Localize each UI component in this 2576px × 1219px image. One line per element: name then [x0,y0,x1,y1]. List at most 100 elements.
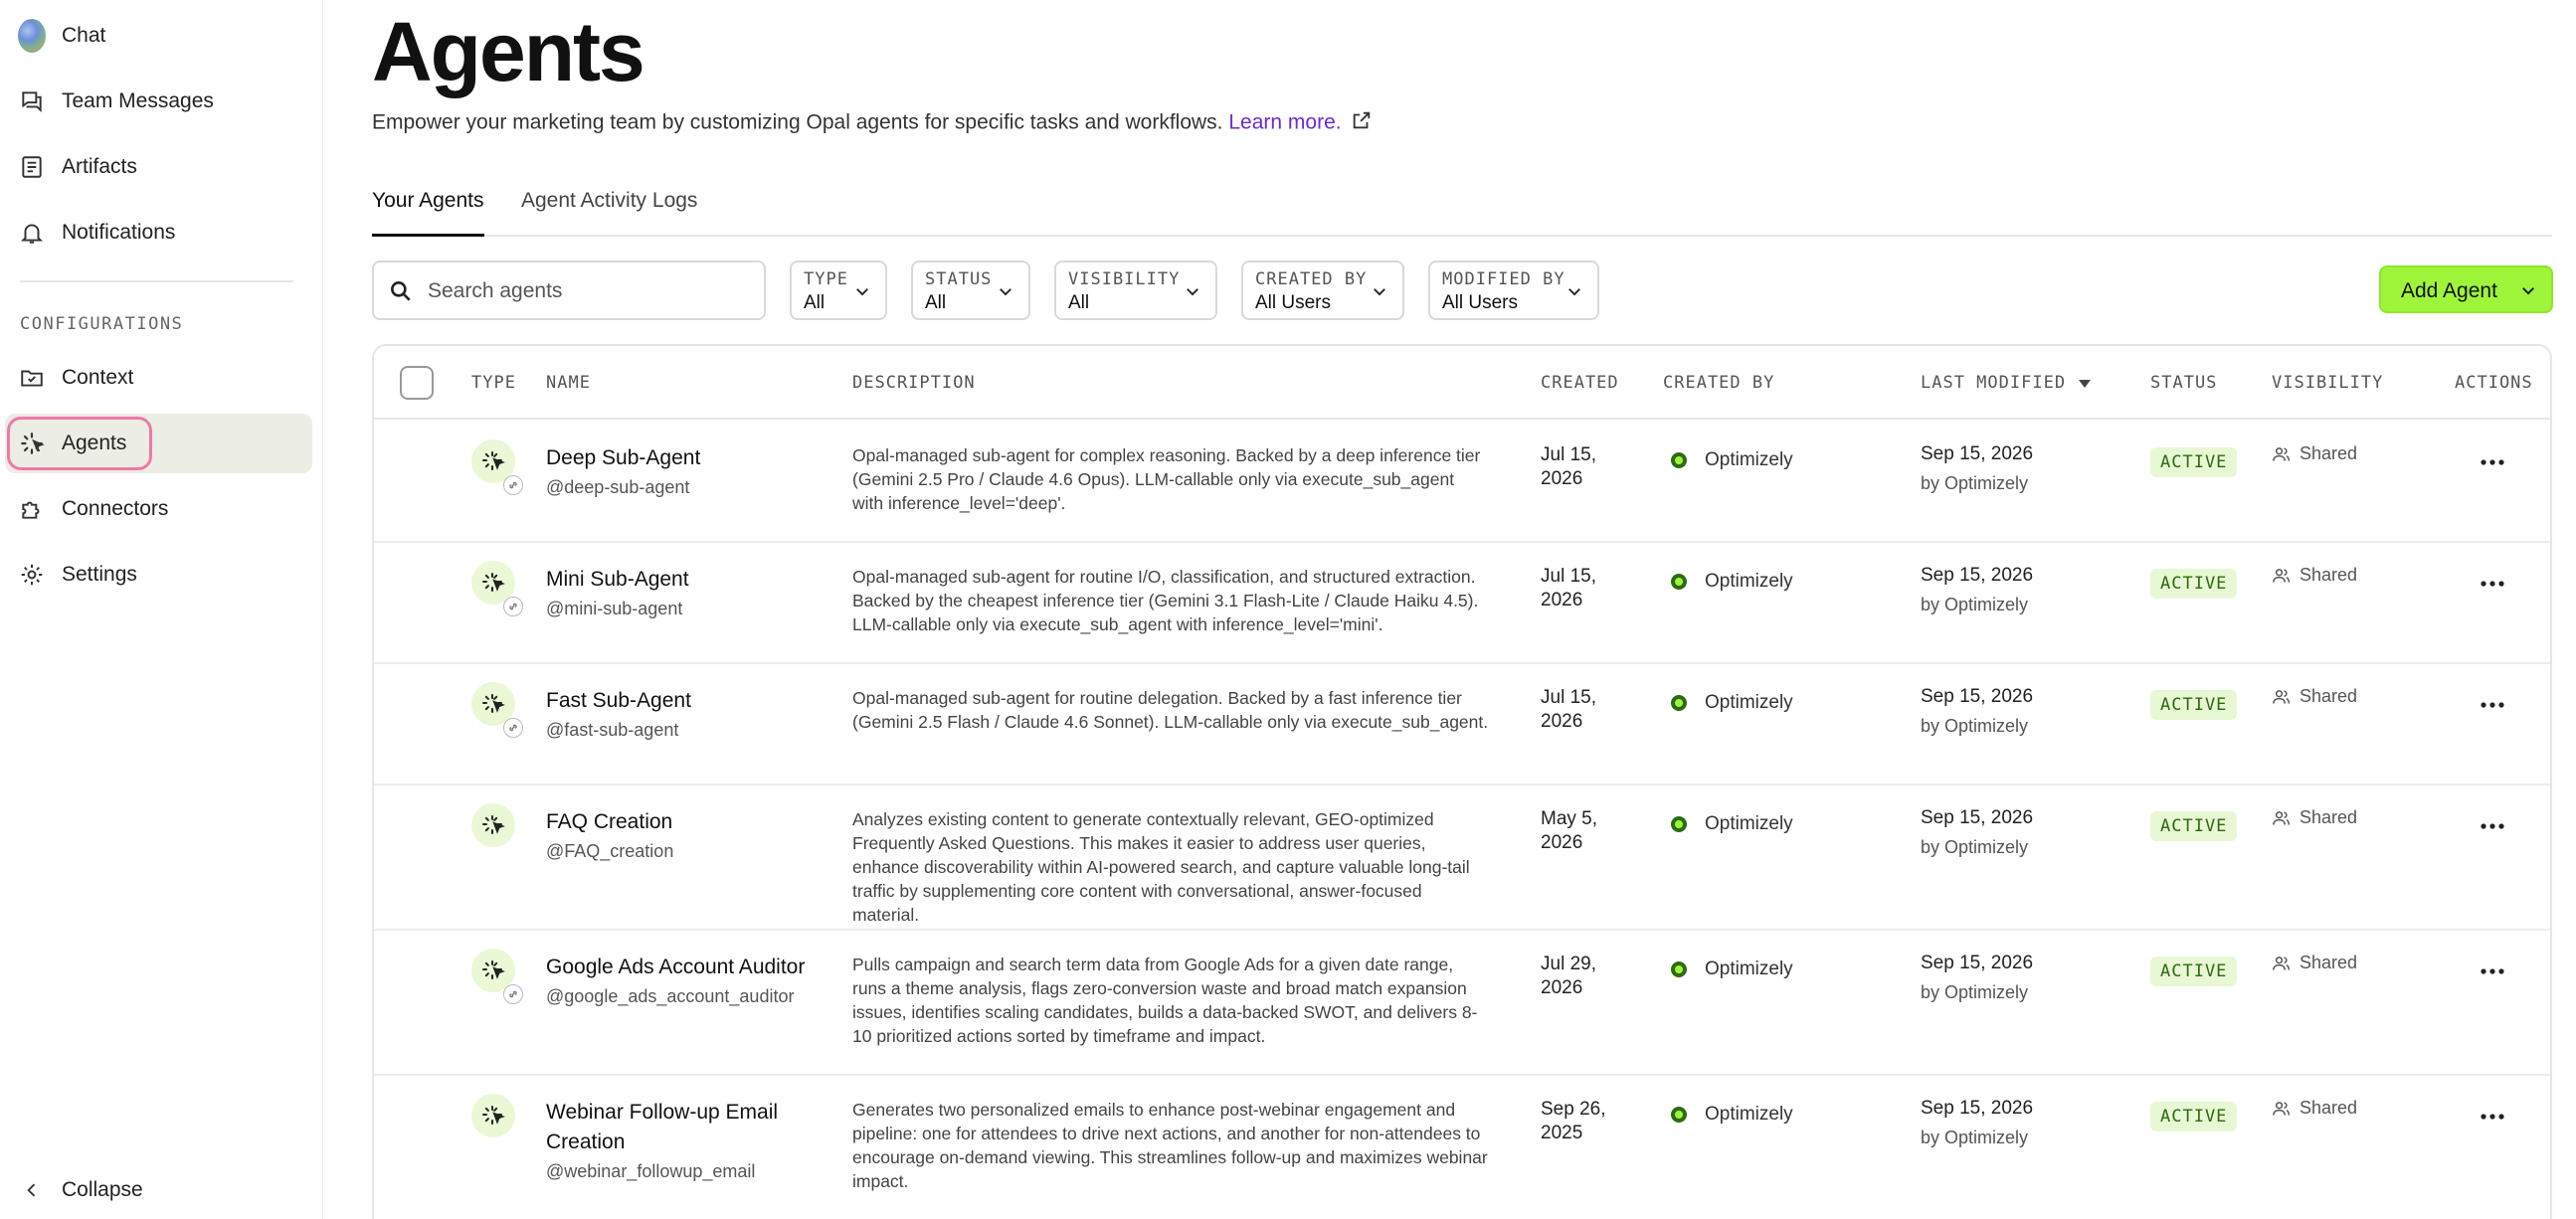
sidebar-item-context[interactable]: Context [0,348,311,408]
status-badge: ACTIVE [2150,690,2238,720]
sidebar-item-label: Settings [62,563,137,586]
chevron-left-icon [18,1176,46,1204]
chevron-down-icon [1371,282,1388,305]
more-actions-button[interactable] [2473,957,2512,986]
sidebar-item-team-messages[interactable]: Team Messages [0,72,311,131]
visibility-label: Shared [2300,565,2358,585]
column-header-created-by[interactable]: CREATED BY [1663,373,1774,393]
table-row[interactable]: Mini Sub-Agent @mini-sub-agent Opal-manage… [374,543,2550,664]
ellipsis-icon [2481,459,2504,465]
subtitle-text: Empower your marketing team by customizi… [372,110,1223,134]
last-modified-by: by Optimizely [1921,473,2029,493]
filter-created-by[interactable]: CREATED BY All Users [1241,261,1404,320]
created-by: Optimizely [1671,1104,1793,1126]
learn-more-link[interactable]: Learn more. [1228,111,1341,134]
status-badge: ACTIVE [2150,447,2238,477]
sidebar-item-label: Context [62,366,134,389]
visibility: Shared [2272,565,2357,586]
table-row[interactable]: Deep Sub-Agent @deep-sub-agent Opal-manage… [374,422,2550,543]
visibility: Shared [2272,1098,2357,1119]
visibility-label: Shared [2300,953,2358,972]
ellipsis-icon [2481,968,2504,974]
table-row[interactable]: FAQ Creation @FAQ_creation Analyzes existi… [374,785,2550,931]
column-header-visibility[interactable]: VISIBILITY [2272,373,2383,393]
select-all-checkbox[interactable] [400,366,434,400]
created-date: May 5, 2026 [1541,808,1598,853]
external-link-icon[interactable] [1351,109,1373,137]
created-by: Optimizely [1671,571,1793,593]
status-badge: ACTIVE [2150,569,2238,599]
created-by: Optimizely [1671,958,1793,980]
sidebar-item-agents[interactable]: Agents [5,414,312,473]
column-header-status[interactable]: STATUS [2150,373,2217,393]
add-agent-label: Add Agent [2401,279,2497,302]
more-actions-button[interactable] [2473,1102,2512,1132]
filter-value: All Users [1255,292,1332,313]
optimizely-logo-icon [1671,961,1687,977]
agent-name[interactable]: Mini Sub-Agent [546,565,834,595]
agent-name[interactable]: Deep Sub-Agent [546,443,834,473]
created-date: Jul 29, 2026 [1541,954,1596,998]
table-row[interactable]: Fast Sub-Agent @fast-sub-agent Opal-manage… [374,664,2550,785]
visibility-label: Shared [2300,443,2358,463]
column-header-last-modified[interactable]: LAST MODIFIED [1921,373,2066,393]
main-content: Agents Empower your marketing team by cu… [372,0,2553,1219]
tab-agent-activity-logs[interactable]: Agent Activity Logs [521,189,697,237]
collapse-button[interactable]: Collapse [0,1160,311,1219]
puzzle-icon [18,495,46,523]
agent-description: Pulls campaign and search term data from… [852,955,1478,1046]
optimizely-logo-icon [1671,1107,1687,1123]
more-actions-button[interactable] [2473,811,2512,841]
filter-label: TYPE [804,269,848,289]
search-input[interactable] [428,276,746,306]
creator-name: Optimizely [1705,571,1793,592]
agent-handle: @deep-sub-agent [546,477,690,497]
filter-visibility[interactable]: VISIBILITY All [1054,261,1217,320]
visibility: Shared [2272,953,2357,973]
bell-icon [18,219,46,247]
sidebar: Chat Team Messages Artifacts Notificatio… [0,0,323,1219]
visibility-label: Shared [2300,807,2358,827]
agent-name[interactable]: Fast Sub-Agent [546,686,834,716]
agent-handle: @fast-sub-agent [546,720,679,740]
optimizely-logo-icon [1671,816,1687,832]
collapse-label: Collapse [62,1178,143,1201]
column-header-name[interactable]: NAME [546,373,591,393]
table-row[interactable]: Google Ads Account Auditor @google_ads_ac… [374,931,2550,1076]
creator-name: Optimizely [1705,813,1793,834]
filter-value: All [1068,292,1090,313]
more-actions-button[interactable] [2473,690,2512,720]
sidebar-item-chat[interactable]: Chat [0,6,311,66]
filter-value: All [804,292,826,313]
agent-handle: @google_ads_account_auditor [546,986,795,1006]
chevron-down-icon [1565,282,1583,305]
sidebar-item-connectors[interactable]: Connectors [0,479,311,539]
sidebar-item-label: Connectors [62,497,169,520]
add-agent-button[interactable]: Add Agent [2379,265,2553,313]
agent-name[interactable]: Webinar Follow-up Email Creation [546,1098,834,1157]
gear-icon [18,561,46,589]
sidebar-item-notifications[interactable]: Notifications [0,203,311,262]
filter-status[interactable]: STATUS All [911,261,1030,320]
more-actions-button[interactable] [2473,447,2512,477]
more-actions-button[interactable] [2473,569,2512,599]
sidebar-item-label: Artifacts [62,155,137,178]
agent-name[interactable]: FAQ Creation [546,807,834,837]
sidebar-item-settings[interactable]: Settings [0,545,311,605]
table-row[interactable]: Webinar Follow-up Email Creation @webinar… [374,1076,2550,1219]
sort-desc-icon[interactable] [2077,377,2093,395]
visibility-label: Shared [2300,686,2358,706]
chevron-down-icon [853,282,871,305]
agent-name[interactable]: Google Ads Account Auditor [546,953,834,982]
search-icon [388,278,414,309]
last-modified-date: Sep 15, 2026 [1921,807,2034,828]
filter-modified-by[interactable]: MODIFIED BY All Users [1428,261,1599,320]
creator-name: Optimizely [1705,692,1793,713]
page-title: Agents [372,5,645,98]
agent-type-icon [471,1094,515,1137]
column-header-created[interactable]: CREATED [1541,373,1619,393]
filter-type[interactable]: TYPE All [790,261,887,320]
tab-your-agents[interactable]: Your Agents [372,189,484,237]
created-by: Optimizely [1671,449,1793,471]
sidebar-item-artifacts[interactable]: Artifacts [0,137,311,197]
